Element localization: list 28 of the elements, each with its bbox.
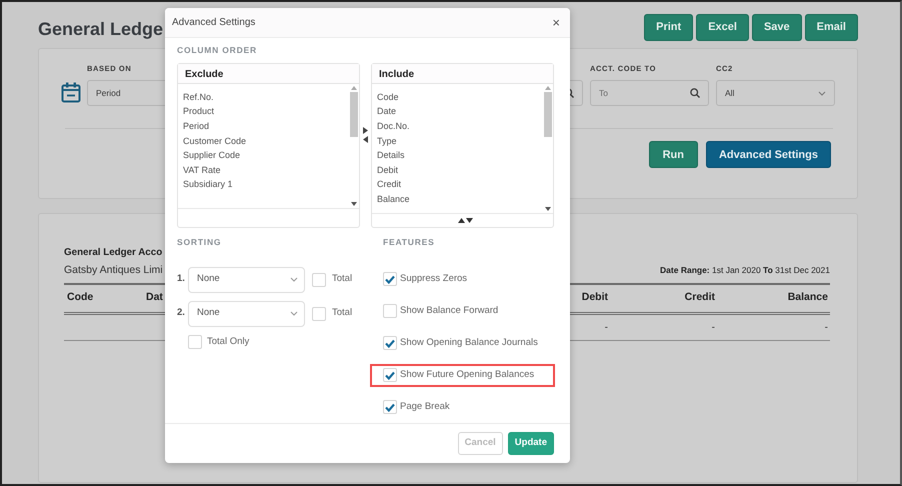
- page-title: General Ledge: [38, 19, 164, 41]
- checkbox-label: Total Only: [207, 334, 250, 348]
- table-cell-text: -: [710, 320, 716, 335]
- list-header: Exclude: [178, 64, 359, 84]
- column-header: Credit: [684, 290, 716, 306]
- column-header: Code: [66, 290, 94, 306]
- report-title: General Ledger Acco: [64, 246, 162, 260]
- checkbox-label: Page Break: [400, 400, 450, 414]
- date-range: Date Range: 1st Jan 2020 To 31st Dec 2021: [660, 264, 830, 277]
- dialog-title: Advanced Settings: [172, 16, 256, 30]
- column-header: Dat: [145, 290, 164, 306]
- checkbox-label: Show Future Opening Balances: [400, 368, 534, 382]
- section-heading: SORTING: [177, 236, 222, 248]
- table-cell-text: -: [604, 320, 609, 335]
- table-cell-text: -: [824, 320, 829, 335]
- section-heading: COLUMN ORDER: [177, 44, 258, 57]
- sort-number: 1.: [177, 272, 186, 286]
- sort-number: 2.: [177, 306, 186, 320]
- section-heading: FEATURES: [383, 236, 436, 248]
- checkbox-label: Total: [332, 306, 352, 320]
- checkbox-label: Show Opening Balance Journals: [400, 336, 538, 350]
- checkbox-label: Show Balance Forward: [400, 304, 498, 318]
- column-header: Balance: [786, 290, 829, 306]
- company-name: Gatsby Antiques Limi: [64, 263, 163, 278]
- list-header: Include: [372, 64, 553, 84]
- checkbox-label: Suppress Zeros: [400, 272, 468, 286]
- column-header: Debit: [580, 290, 609, 306]
- checkbox-label: Total: [332, 272, 352, 286]
